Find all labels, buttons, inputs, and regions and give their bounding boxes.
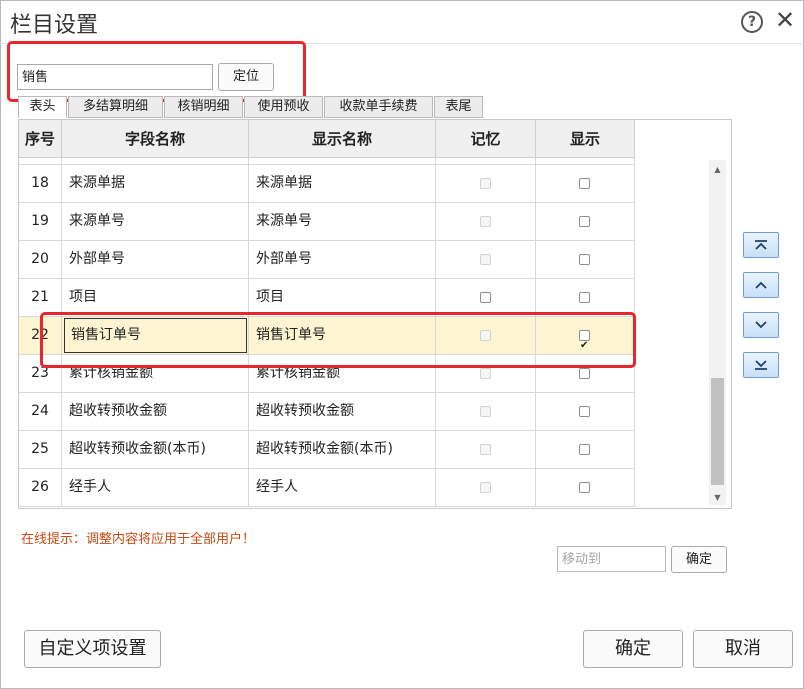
tab-receipt-fee[interactable]: 收款单手续费 xyxy=(324,96,433,118)
display-name-cell[interactable]: 来源单号 xyxy=(249,203,436,240)
show-checkbox[interactable] xyxy=(579,177,590,189)
help-icon[interactable]: ? xyxy=(741,11,763,33)
memory-checkbox xyxy=(479,481,491,493)
locate-button[interactable]: 定位 xyxy=(218,63,274,91)
search-input[interactable]: 销售 xyxy=(17,64,213,90)
field-name-cell: 超收转预收金额 xyxy=(62,393,249,430)
memory-checkbox xyxy=(479,443,491,455)
table-row[interactable]: 26 经手人 经手人 xyxy=(19,469,635,507)
memory-cell xyxy=(436,393,536,430)
show-checkbox[interactable] xyxy=(579,215,590,227)
col-header-show: 显示 xyxy=(536,120,635,158)
memory-checkbox xyxy=(479,253,491,265)
col-header-no: 序号 xyxy=(19,120,62,158)
show-checkbox[interactable] xyxy=(579,253,590,265)
tab-footer[interactable]: 表尾 xyxy=(434,96,483,118)
vertical-scrollbar[interactable]: ▲ ▼ xyxy=(709,160,726,505)
display-name-cell[interactable]: 超收转预收金额 xyxy=(249,393,436,430)
scroll-down-arrow-icon[interactable]: ▼ xyxy=(709,493,726,502)
row-number: 18 xyxy=(19,165,62,202)
memory-cell xyxy=(436,469,536,506)
cancel-button[interactable]: 取消 xyxy=(693,630,793,668)
row-number: 19 xyxy=(19,203,62,240)
table-row[interactable]: 24 超收转预收金额 超收转预收金额 xyxy=(19,393,635,431)
col-header-field: 字段名称 xyxy=(62,120,249,158)
show-cell xyxy=(536,203,635,240)
move-bottom-icon xyxy=(755,360,767,370)
move-up-button[interactable] xyxy=(743,272,779,298)
show-checkbox[interactable] xyxy=(579,443,590,455)
field-name-cell: 经手人 xyxy=(62,469,249,506)
online-hint: 在线提示：调整内容将应用于全部用户！ xyxy=(21,532,256,547)
memory-cell xyxy=(436,203,536,240)
tab-writeoff-detail[interactable]: 核销明细 xyxy=(164,96,243,118)
move-to-confirm-button[interactable]: 确定 xyxy=(671,546,727,573)
partial-row xyxy=(19,158,635,165)
memory-cell xyxy=(436,279,536,316)
row-number: 25 xyxy=(19,431,62,468)
tab-use-prepayment[interactable]: 使用预收 xyxy=(244,96,323,118)
display-name-cell[interactable]: 经手人 xyxy=(249,469,436,506)
col-header-memory: 记忆 xyxy=(436,120,536,158)
move-to-top-button[interactable] xyxy=(743,232,779,258)
scroll-up-arrow-icon[interactable]: ▲ xyxy=(709,165,726,174)
show-cell xyxy=(536,165,635,202)
memory-checkbox xyxy=(479,367,491,379)
custom-items-button[interactable]: 自定义项设置 xyxy=(24,630,161,668)
field-name-cell: 来源单据 xyxy=(62,165,249,202)
memory-checkbox[interactable] xyxy=(479,291,491,303)
memory-checkbox xyxy=(479,177,491,189)
memory-checkbox xyxy=(479,405,491,417)
col-header-display: 显示名称 xyxy=(249,120,436,158)
display-name-cell[interactable]: 超收转预收金额(本币) xyxy=(249,431,436,468)
move-top-icon xyxy=(755,240,767,250)
move-to-bottom-button[interactable] xyxy=(743,352,779,378)
ok-button[interactable]: 确定 xyxy=(583,630,683,668)
table-row[interactable]: 25 超收转预收金额(本币) 超收转预收金额(本币) xyxy=(19,431,635,469)
show-cell xyxy=(536,241,635,278)
row-number: 21 xyxy=(19,279,62,316)
field-name-cell: 来源单号 xyxy=(62,203,249,240)
display-name-cell[interactable]: 外部单号 xyxy=(249,241,436,278)
display-name-cell[interactable]: 来源单据 xyxy=(249,165,436,202)
scrollbar-thumb[interactable] xyxy=(711,378,724,485)
close-icon[interactable]: ✕ xyxy=(775,7,795,33)
memory-cell xyxy=(436,241,536,278)
table-row[interactable]: 19 来源单号 来源单号 xyxy=(19,203,635,241)
show-checkbox[interactable] xyxy=(579,367,590,379)
field-name-cell: 外部单号 xyxy=(62,241,249,278)
memory-cell xyxy=(436,431,536,468)
chevron-down-icon xyxy=(755,321,767,329)
show-cell xyxy=(536,469,635,506)
field-name-cell: 超收转预收金额(本币) xyxy=(62,431,249,468)
table-row[interactable]: 20 外部单号 外部单号 xyxy=(19,241,635,279)
show-checkbox[interactable] xyxy=(579,291,590,303)
move-to-input[interactable]: 移动到 xyxy=(557,546,666,572)
row-number: 26 xyxy=(19,469,62,506)
tab-header[interactable]: 表头 xyxy=(18,96,67,118)
tab-multi-settlement[interactable]: 多结算明细 xyxy=(68,96,163,118)
chevron-up-icon xyxy=(755,281,767,289)
field-name-cell: 项目 xyxy=(62,279,249,316)
row-number: 24 xyxy=(19,393,62,430)
row-highlight-box xyxy=(40,312,636,368)
show-checkbox[interactable] xyxy=(579,405,590,417)
memory-cell xyxy=(436,165,536,202)
row-number: 20 xyxy=(19,241,62,278)
display-name-cell[interactable]: 项目 xyxy=(249,279,436,316)
move-down-button[interactable] xyxy=(743,312,779,338)
memory-checkbox xyxy=(479,215,491,227)
show-checkbox[interactable] xyxy=(579,481,590,493)
show-cell xyxy=(536,279,635,316)
show-cell xyxy=(536,431,635,468)
dialog-title: 栏目设置 xyxy=(10,13,99,38)
table-row[interactable]: 18 来源单据 来源单据 xyxy=(19,165,635,203)
show-cell xyxy=(536,393,635,430)
